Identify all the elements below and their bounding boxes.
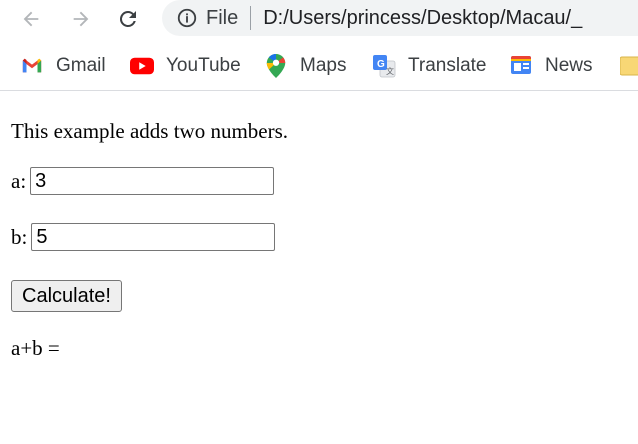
svg-text:文: 文 [386, 66, 394, 76]
address-bar[interactable]: File D:/Users/princess/Desktop/Macau/_ [162, 0, 638, 36]
bookmarks-bar: Gmail YouTube Maps G 文 Translate News [0, 42, 638, 91]
bookmark-folder[interactable] [618, 52, 638, 80]
intro-text: This example adds two numbers. [11, 119, 289, 143]
field-a-label: a: [11, 168, 27, 193]
bookmark-label: Gmail [56, 55, 106, 76]
arrow-left-icon [23, 11, 39, 27]
info-icon[interactable] [176, 7, 198, 29]
field-b-row: b: [11, 223, 276, 251]
bookmark-label: News [545, 55, 593, 76]
result-text: a+b = [11, 336, 60, 360]
gmail-icon [20, 54, 44, 78]
translate-icon: G 文 [372, 54, 396, 78]
svg-text:G: G [377, 59, 385, 70]
bookmark-gmail[interactable]: Gmail [20, 52, 106, 80]
field-a-input[interactable] [30, 167, 275, 195]
arrow-right-icon [73, 11, 89, 27]
back-button[interactable] [16, 4, 46, 34]
page-content: This example adds two numbers. a: b: Cal… [0, 91, 638, 444]
reload-icon [119, 10, 136, 27]
field-a-row: a: [11, 167, 275, 195]
bookmark-translate[interactable]: G 文 Translate [372, 52, 487, 80]
bookmark-label: YouTube [166, 55, 241, 76]
bookmark-youtube[interactable]: YouTube [130, 52, 241, 80]
url-text[interactable]: D:/Users/princess/Desktop/Macau/_ [263, 7, 582, 30]
folder-icon [618, 54, 638, 78]
news-icon [509, 54, 533, 78]
browser-window: File D:/Users/princess/Desktop/Macau/_ G… [0, 0, 638, 444]
bookmark-label: Translate [408, 55, 487, 76]
reload-button[interactable] [113, 4, 143, 34]
youtube-icon [130, 54, 154, 78]
bookmark-label: Maps [300, 55, 347, 76]
bookmark-maps[interactable]: Maps [264, 52, 346, 80]
maps-icon [264, 54, 288, 78]
forward-button[interactable] [66, 4, 96, 34]
field-b-input[interactable] [31, 223, 276, 251]
url-divider [250, 6, 252, 30]
browser-toolbar: File D:/Users/princess/Desktop/Macau/_ [0, 0, 638, 42]
field-b-label: b: [11, 224, 28, 249]
calculate-button[interactable]: Calculate! [11, 280, 122, 312]
scheme-label: File [206, 6, 239, 29]
bookmark-news[interactable]: News [509, 52, 593, 80]
